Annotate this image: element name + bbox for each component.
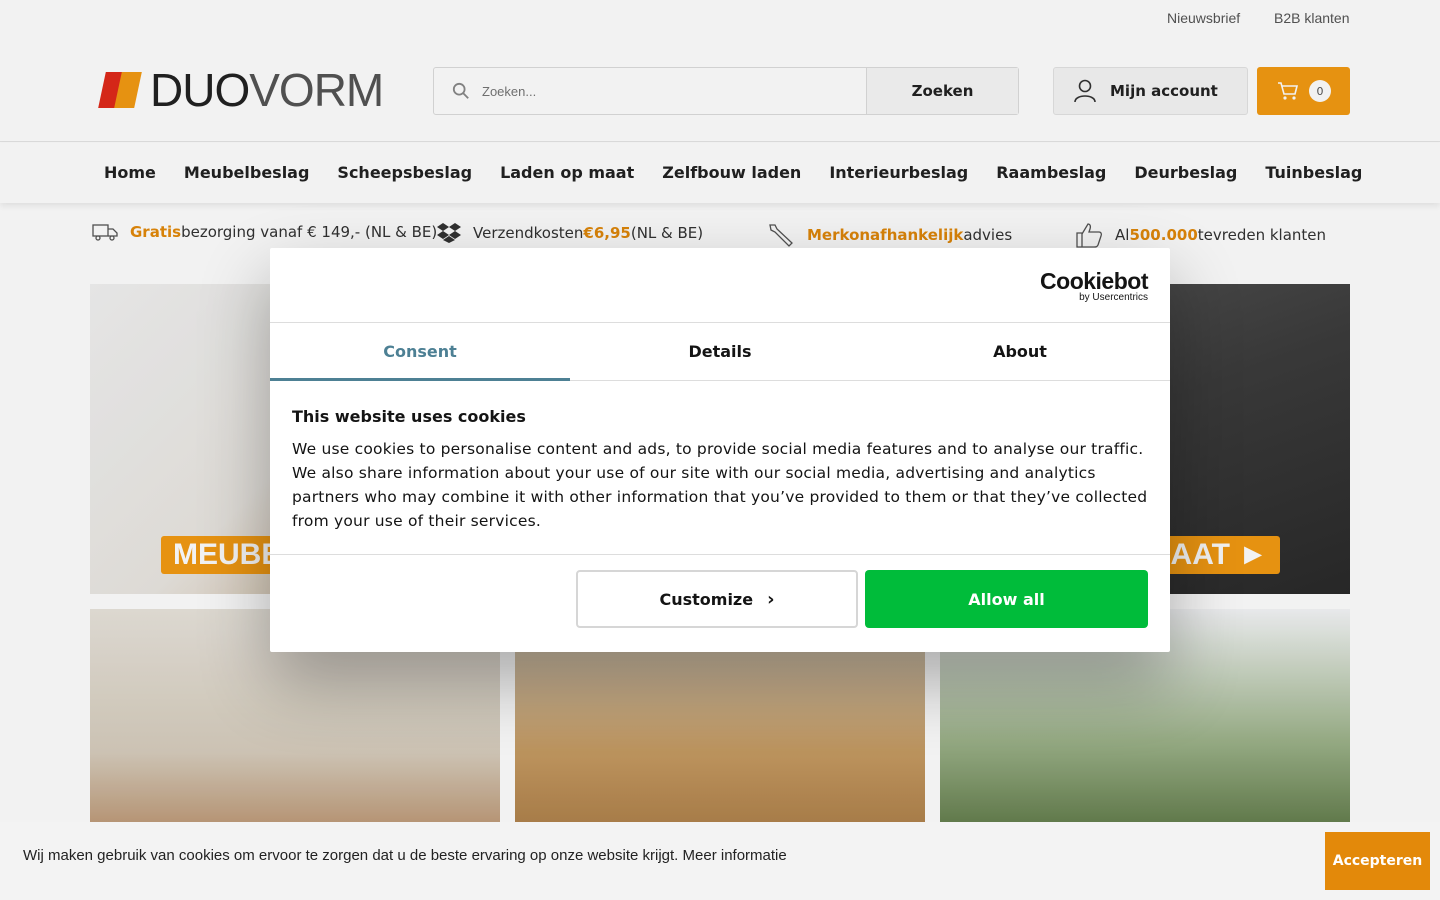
tab-about[interactable]: About [870,323,1170,380]
customize-button[interactable]: Customize › [576,570,858,628]
dialog-text: We use cookies to personalise content an… [292,440,1148,530]
cookie-bar: Wij maken gebruik van cookies om ervoor … [0,822,1440,900]
cookiebot-logo[interactable]: Cookiebot by Usercentrics [1040,270,1148,304]
dialog-title: This website uses cookies [292,407,526,426]
allow-all-button[interactable]: Allow all [865,570,1148,628]
dialog-header: Cookiebot by Usercentrics [270,248,1170,323]
dialog-body: This website uses cookies We use cookies… [270,381,1170,555]
accept-button[interactable]: Accepteren [1325,832,1430,890]
cookie-consent-dialog: Cookiebot by Usercentrics Consent Detail… [270,248,1170,652]
dialog-footer: Customize › Allow all [270,555,1170,651]
cookie-bar-text: Wij maken gebruik van cookies om ervoor … [23,847,787,864]
tab-consent[interactable]: Consent [270,323,570,381]
tab-details[interactable]: Details [570,323,870,380]
chevron-right-icon: › [767,588,775,610]
dialog-tabs: Consent Details About [270,323,1170,381]
more-info-link[interactable]: Meer informatie [683,847,787,864]
